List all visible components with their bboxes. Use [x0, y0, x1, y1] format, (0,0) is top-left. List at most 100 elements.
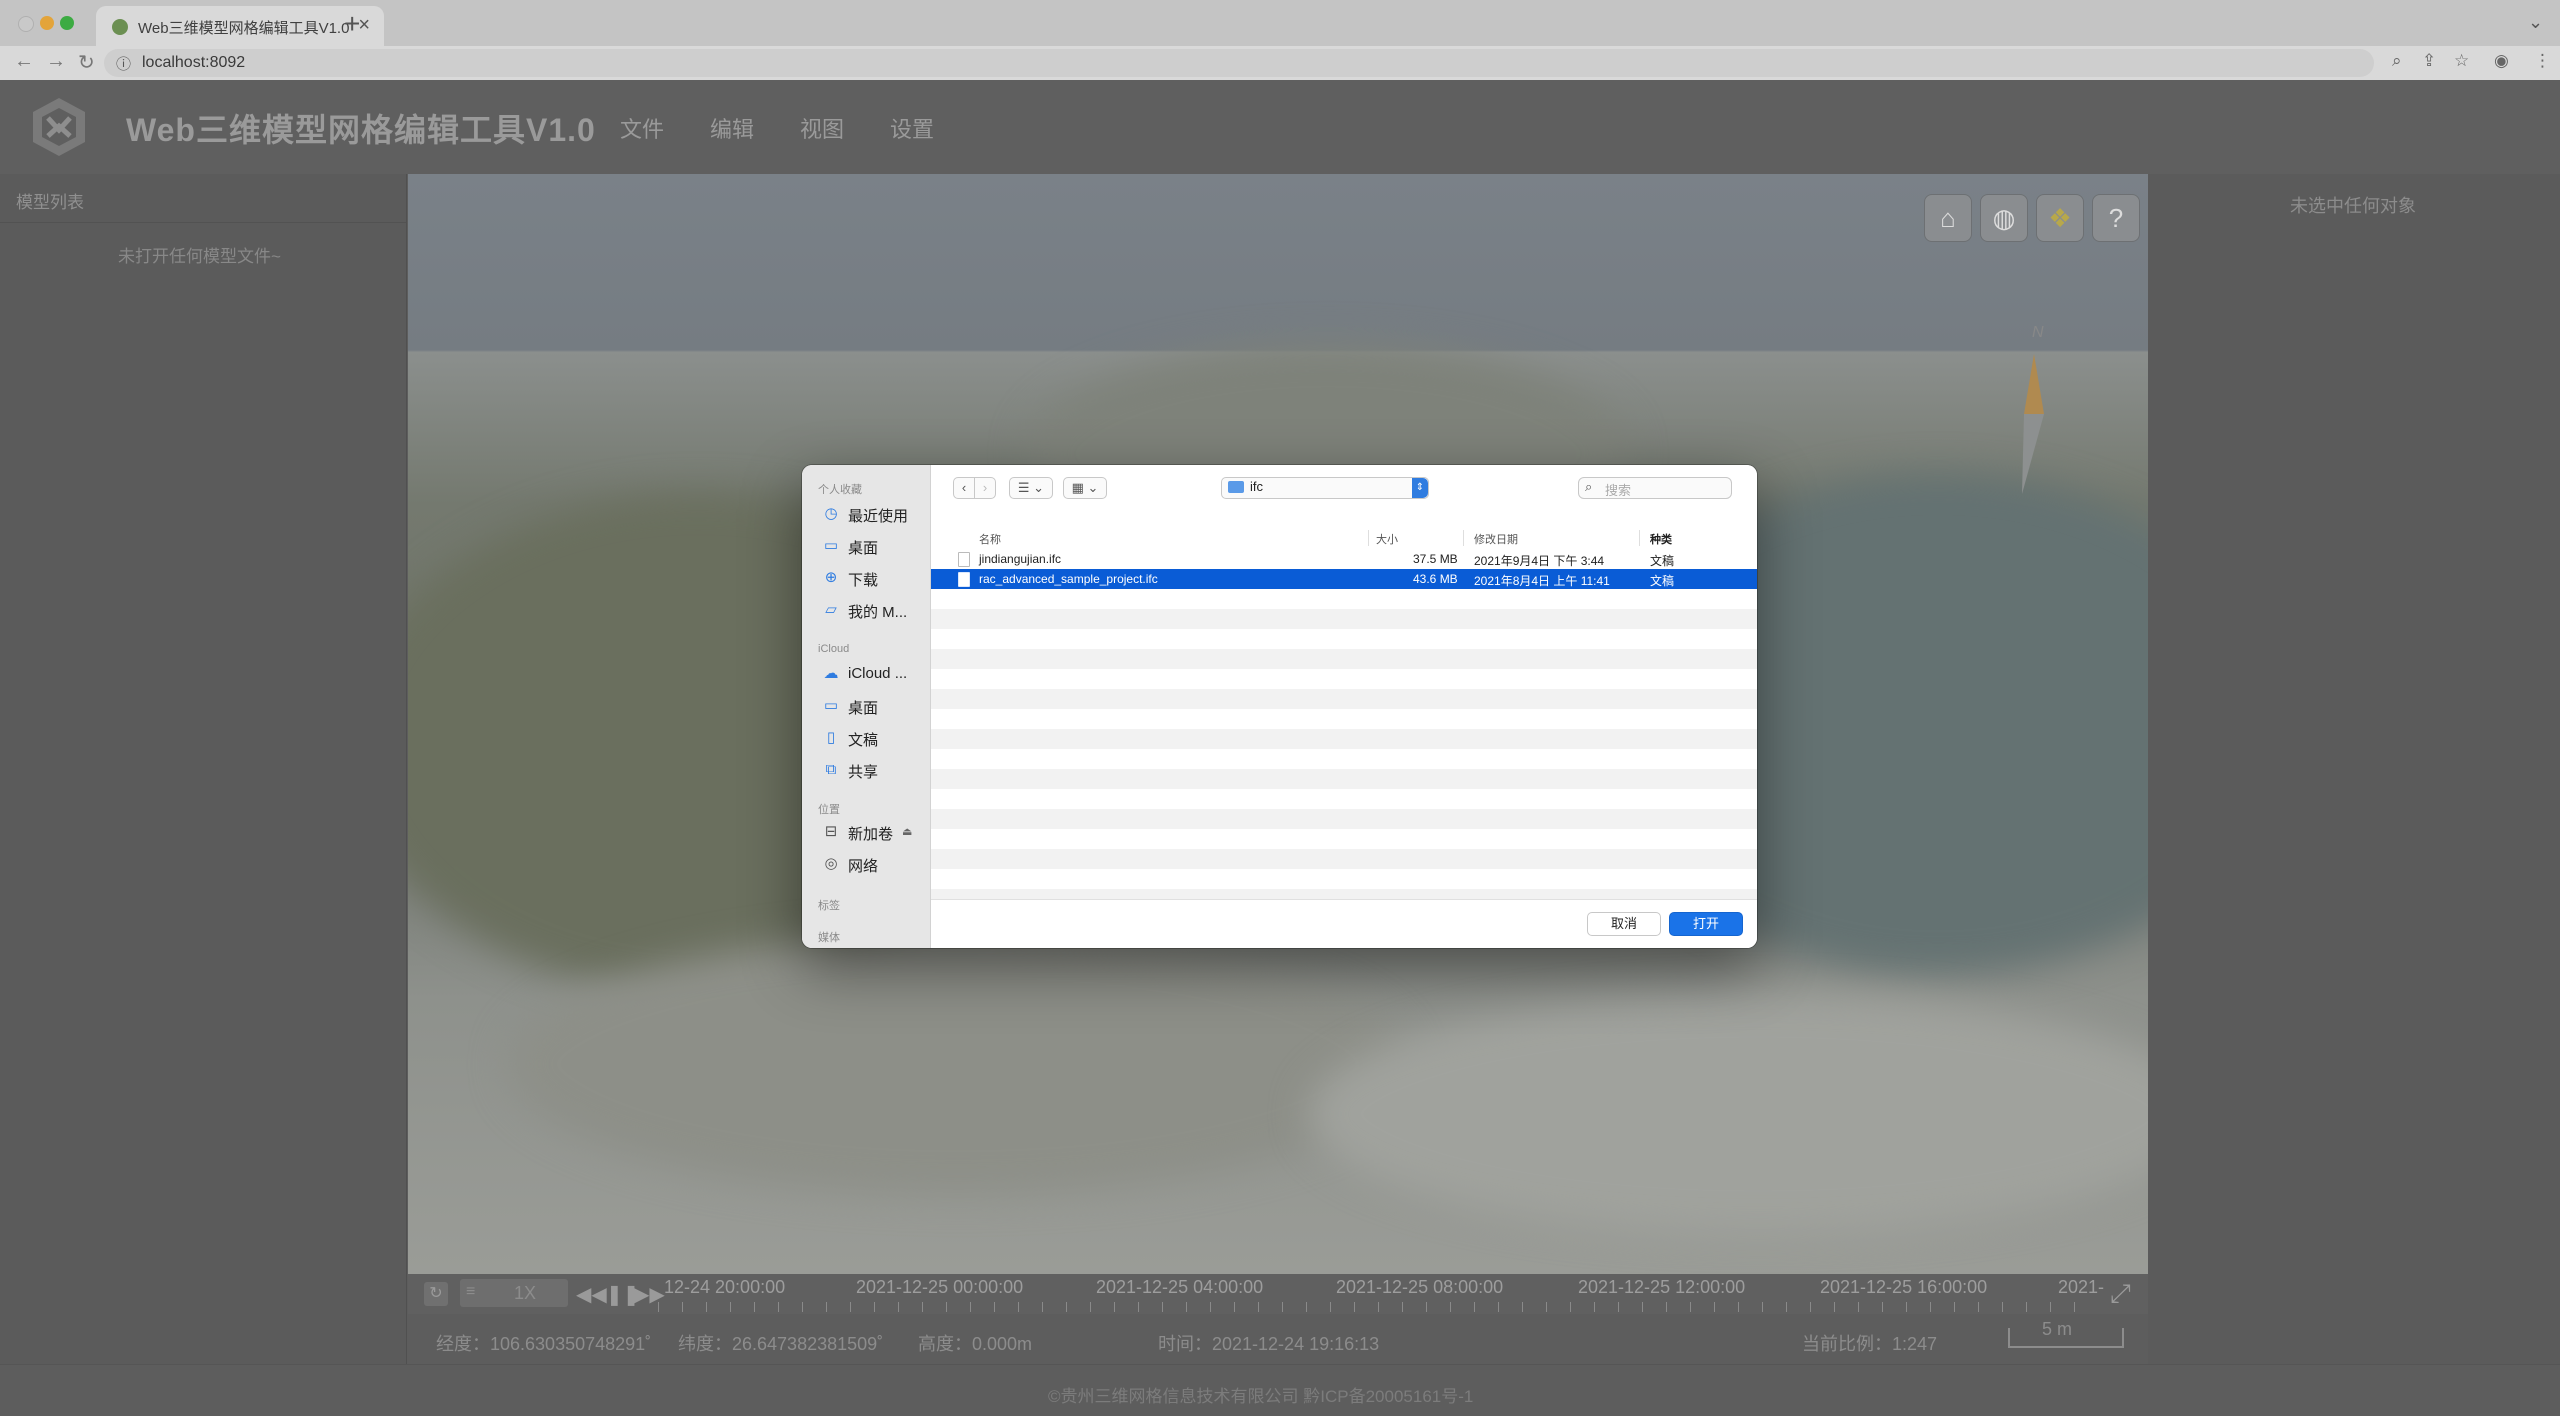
- timeline-label: 2021-12-25 04:00:00: [1096, 1277, 1264, 1297]
- back-icon[interactable]: ←: [14, 50, 34, 73]
- column-separator[interactable]: [1368, 530, 1369, 546]
- share-icon[interactable]: ⇪: [2422, 51, 2436, 71]
- column-kind-header[interactable]: 种类: [1650, 531, 1672, 547]
- browser-menu-icon[interactable]: ⋮: [2534, 51, 2551, 71]
- sidebar-item-icloud-drive[interactable]: ☁ iCloud ...: [810, 661, 924, 687]
- site-info-icon[interactable]: ⓘ: [116, 53, 131, 74]
- tab-favicon: [112, 19, 128, 35]
- map-layers-icon: ❖: [2048, 203, 2072, 233]
- menu-view[interactable]: 视图: [800, 112, 844, 144]
- help-button[interactable]: ?: [2092, 194, 2140, 242]
- sidebar-item-downloads[interactable]: ⊕ 下载: [810, 565, 924, 591]
- search-placeholder: 搜索: [1605, 483, 1632, 498]
- timeline-label: 12-24 20:00:00: [664, 1277, 786, 1297]
- model-list-title: 模型列表: [16, 193, 84, 212]
- file-modified: 2021年9月4日 下午 3:44: [1474, 554, 1605, 568]
- reset-time-icon[interactable]: ↻: [424, 1282, 448, 1306]
- column-name-header[interactable]: 名称: [979, 531, 1001, 547]
- app-title: Web三维模型网格编辑工具V1.0: [126, 112, 596, 148]
- forward-icon[interactable]: →: [46, 50, 66, 73]
- new-tab-button[interactable]: +: [344, 8, 360, 40]
- timeline-label: 2021-12-25 08:00:00: [1336, 1277, 1504, 1297]
- scale-ratio-readout: 当前比例：1:247: [1802, 1334, 1938, 1354]
- menu-file[interactable]: 文件: [620, 112, 664, 144]
- window-close-button[interactable]: [18, 16, 34, 32]
- url-text: localhost:8092: [142, 54, 246, 71]
- address-bar-row: ← → ↻ ⓘ localhost:8092 ⌕ ⇪ ☆ ◉ ⋮: [0, 46, 2560, 81]
- speed-slider-icon: ≡: [466, 1283, 476, 1300]
- column-size-header[interactable]: 大小: [1376, 531, 1398, 547]
- file-kind: 文稿: [1650, 554, 1675, 568]
- terrain-patch: [1308, 994, 2148, 1234]
- fullscreen-icon[interactable]: ⤢: [2110, 1278, 2131, 1310]
- omnibox[interactable]: ⓘ localhost:8092: [104, 49, 2374, 77]
- zoom-icon[interactable]: ⌕: [2392, 51, 2402, 71]
- desktop-icon: ▭: [823, 697, 839, 714]
- globe-view-button[interactable]: ◍: [1980, 194, 2028, 242]
- menu-edit[interactable]: 编辑: [710, 112, 754, 144]
- compass-needle-icon[interactable]: [2000, 354, 2060, 494]
- sidebar-item-volume[interactable]: ⊟ 新加卷 ⏏: [810, 819, 924, 845]
- open-button[interactable]: 打开: [1669, 912, 1743, 936]
- network-icon: ◎: [824, 855, 838, 872]
- window-minimize-button[interactable]: [40, 16, 54, 30]
- sidebar-item-recents[interactable]: ◷ 最近使用: [810, 501, 924, 527]
- sidebar-item-label: 最近使用: [848, 508, 909, 525]
- longitude-readout: 经度：106.630350748291˚: [436, 1334, 652, 1354]
- timeline-bar: ↻ ≡ 1X ◀◀ ❚❚ ▶▶ 12-24 20:00:00 2021-12-2…: [408, 1274, 2148, 1314]
- icloud-section-title: iCloud: [818, 643, 850, 655]
- footer-copyright[interactable]: ©贵州三维网格信息技术有限公司 黔ICP备20005161号-1: [1048, 1382, 1473, 1407]
- bookmark-star-icon[interactable]: ☆: [2454, 51, 2469, 71]
- sidebar-item-label: 下载: [848, 572, 879, 589]
- globe-icon: ◍: [1992, 203, 2016, 233]
- map-layers-button[interactable]: ❖: [2036, 194, 2084, 242]
- list-view-button[interactable]: ☰ ⌄: [1009, 477, 1053, 499]
- properties-panel: 未选中任何对象: [2148, 174, 2560, 1364]
- media-section-title: 媒体: [818, 932, 840, 944]
- path-popup[interactable]: ifc ⇕: [1221, 477, 1429, 499]
- tab-search-chevron-icon[interactable]: ⌄: [2528, 12, 2543, 33]
- sidebar-item-desktop[interactable]: ▭ 桌面: [810, 533, 924, 559]
- back-button[interactable]: ‹: [953, 477, 975, 499]
- sidebar-item-icloud-desktop[interactable]: ▭ 桌面: [810, 693, 924, 719]
- sidebar-item-my-folder[interactable]: ▱ 我的 M...: [810, 597, 924, 623]
- file-list: jindiangujian.ifc 37.5 MB 2021年9月4日 下午 3…: [931, 549, 1757, 899]
- column-modified-header[interactable]: 修改日期: [1474, 531, 1518, 547]
- reload-icon[interactable]: ↻: [78, 50, 95, 75]
- menu-settings[interactable]: 设置: [890, 112, 934, 144]
- profile-icon[interactable]: ◉: [2494, 51, 2509, 71]
- window-zoom-button[interactable]: [60, 16, 74, 30]
- sidebar-item-network[interactable]: ◎ 网络: [810, 851, 924, 877]
- eject-icon[interactable]: ⏏: [902, 825, 912, 838]
- column-separator[interactable]: [1463, 530, 1464, 546]
- sidebar-item-documents[interactable]: ▯ 文稿: [810, 725, 924, 751]
- forward-button[interactable]: ›: [974, 477, 996, 499]
- home-icon: ⌂: [1940, 203, 1956, 233]
- compass-north-label: N: [2032, 324, 2044, 341]
- group-view-button[interactable]: ▦ ⌄: [1063, 477, 1107, 499]
- home-view-button[interactable]: ⌂: [1924, 194, 1972, 242]
- column-separator[interactable]: [1639, 530, 1640, 546]
- rewind-icon[interactable]: ◀◀: [576, 1282, 607, 1307]
- panel-divider: [0, 222, 406, 223]
- folder-icon: ▱: [825, 601, 837, 618]
- page-footer: ©贵州三维网格信息技术有限公司 黔ICP备20005161号-1: [0, 1364, 2560, 1416]
- sidebar-item-label: 文稿: [848, 732, 879, 749]
- cancel-button[interactable]: 取消: [1587, 912, 1661, 936]
- desktop-icon: ▭: [823, 537, 839, 554]
- file-name: rac_advanced_sample_project.ifc: [979, 572, 1158, 586]
- model-list-empty-text: 未打开任何模型文件~: [118, 247, 281, 266]
- speed-control[interactable]: ≡ 1X: [460, 1279, 568, 1307]
- search-field[interactable]: ⌕ 搜索: [1578, 477, 1732, 499]
- timeline-label: 2021-12-25 12:00:00: [1578, 1277, 1746, 1297]
- sidebar-item-shared[interactable]: ⧉ 共享: [810, 757, 924, 783]
- dialog-footer: 取消 打开: [931, 899, 1757, 948]
- file-row[interactable]: jindiangujian.ifc 37.5 MB 2021年9月4日 下午 3…: [931, 549, 1757, 569]
- file-row-selected[interactable]: rac_advanced_sample_project.ifc 43.6 MB …: [931, 569, 1757, 589]
- browser-tab[interactable]: Web三维模型网格编辑工具V1.0 ×: [96, 6, 384, 46]
- tab-title: Web三维模型网格编辑工具V1.0: [138, 20, 350, 37]
- sidebar-item-label: 网络: [848, 858, 879, 875]
- timeline-ticks[interactable]: [658, 1302, 2098, 1312]
- download-icon: ⊕: [824, 569, 838, 586]
- dialog-sidebar: 个人收藏 ◷ 最近使用 ▭ 桌面 ⊕ 下载 ▱ 我的 M... iCloud ☁…: [802, 465, 931, 948]
